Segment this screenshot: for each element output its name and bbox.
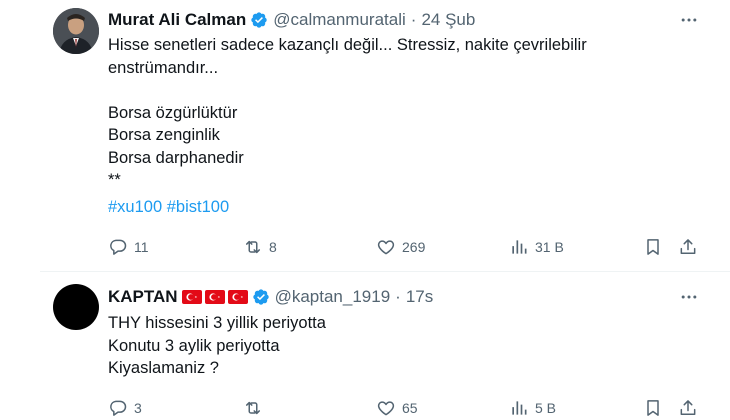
retweet-icon [246,240,260,254]
tweet-text-line: ** [108,171,121,189]
bookmark-button[interactable] [643,396,663,420]
tweet-text-line: Kiyaslamaniz ? [108,359,219,377]
more-icon[interactable] [678,9,700,31]
verified-badge-icon [250,11,268,29]
avatar-photo-icon [53,8,99,54]
turkey-flag-icon [204,290,225,304]
bookmark-button[interactable] [643,235,663,259]
tweet-text-line [108,79,708,102]
share-button[interactable] [678,396,698,420]
like-button[interactable]: 269 [376,235,425,259]
reply-button[interactable]: 3 [108,396,142,420]
views-button[interactable]: 31 B [509,235,564,259]
reply-icon [110,400,127,416]
avatar[interactable] [53,8,99,54]
views-count: 31 B [535,239,564,255]
tweet-text-line: Borsa darphanedir [108,148,244,167]
author-name[interactable]: Murat Ali Calman [108,10,246,30]
more-icon[interactable] [678,286,700,308]
hashtag-link[interactable]: #bist100 [167,198,229,216]
turkey-flag-icon [227,290,248,304]
views-icon [512,401,527,415]
verified-badge-icon [252,288,270,306]
heart-icon [377,240,395,255]
tweet-text: THY hissesini 3 yillik periyotta Konutu … [108,312,708,380]
tweet-text-line: Konutu 3 aylik periyotta [108,336,280,355]
tweet-actions: 11 8 269 31 B [108,235,708,259]
separator-dot: · [410,10,417,29]
reply-count: 11 [134,239,149,255]
like-count: 65 [402,400,418,416]
author-handle[interactable]: @calmanmuratali [273,10,406,30]
share-button[interactable] [678,235,698,259]
author-name[interactable]: KAPTAN [108,287,178,307]
tweet-text-line: Borsa özgürlüktür [108,103,238,122]
timestamp[interactable]: 24 Şub [421,10,475,30]
separator-dot: · [395,287,401,306]
views-icon [512,240,527,254]
retweet-count: 8 [269,239,277,255]
tweet-text-line: THY hissesini 3 yillik periyotta [108,314,326,332]
like-count: 269 [402,239,426,255]
reply-count: 3 [134,400,142,416]
tweet-actions: 3 65 5 B [108,396,708,420]
hashtag-link[interactable]: #xu100 [108,198,162,216]
like-button[interactable]: 65 [376,396,418,420]
views-count: 5 B [535,400,557,416]
share-icon [680,400,696,415]
tweet-text-line: Borsa zenginlik [108,126,220,144]
retweet-button[interactable]: 8 [243,235,277,259]
author-handle[interactable]: @kaptan_1919 [275,287,391,307]
share-icon [680,239,696,254]
turkey-flag-icon [181,290,202,304]
timestamp[interactable]: 17s [406,287,433,307]
bookmark-icon [647,400,659,416]
tweet-text-line: Hisse senetleri sadece kazançlı değil...… [108,36,587,54]
tweet-text-line: enstrümandır... [108,58,219,77]
views-button[interactable]: 5 B [509,396,556,420]
reply-button[interactable]: 11 [108,235,149,259]
tweet[interactable]: KAPTAN @kaptan_1919 · 17s THY hissesini … [0,272,730,420]
avatar[interactable] [53,284,99,330]
reply-icon [110,239,127,255]
tweet-text: Hisse senetleri sadece kazançlı değil...… [108,34,708,218]
retweet-button[interactable] [243,396,269,420]
retweet-icon [246,401,260,415]
heart-icon [377,401,395,416]
tweet[interactable]: Murat Ali Calman @calmanmuratali · 24 Şu… [0,0,730,272]
bookmark-icon [647,239,659,255]
